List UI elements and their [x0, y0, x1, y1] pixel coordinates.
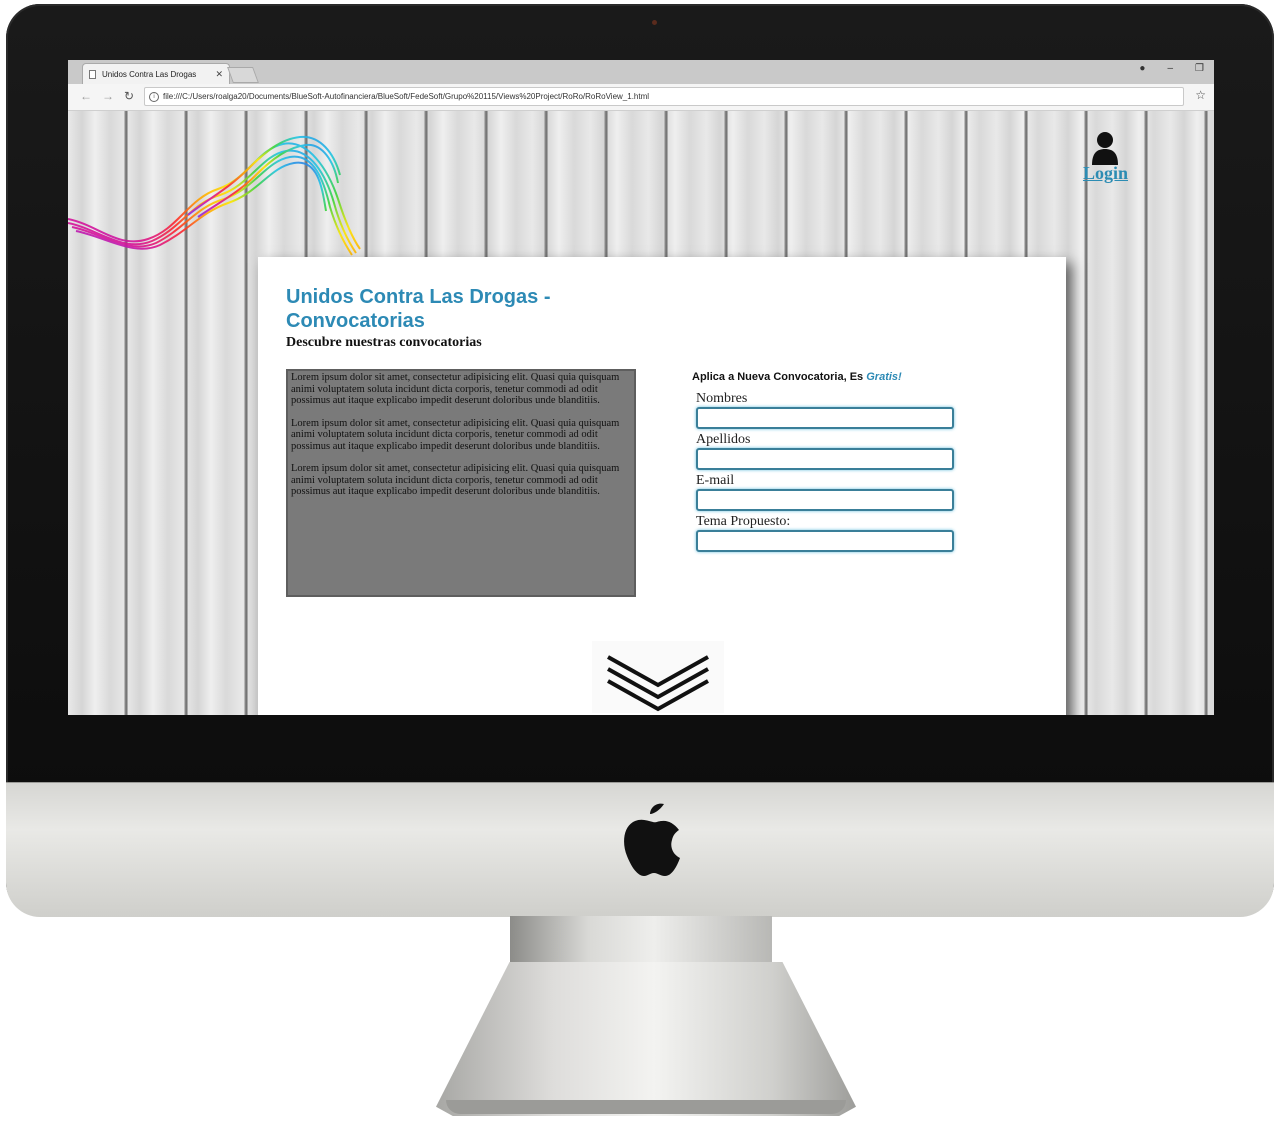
email-input[interactable]: [696, 489, 954, 511]
nombres-input[interactable]: [696, 407, 954, 429]
account-icon[interactable]: ●: [1139, 63, 1145, 74]
form-heading-text: Aplica a Nueva Convocatoria, Es: [692, 371, 867, 383]
form-heading-emphasis: Gratis!: [866, 371, 902, 383]
login-link[interactable]: Login: [1083, 163, 1128, 184]
info-icon[interactable]: i: [149, 91, 159, 102]
reload-icon[interactable]: ↻: [124, 89, 134, 103]
stand-neck: [510, 916, 772, 964]
description-paragraph: Lorem ipsum dolor sit amet, consectetur …: [291, 372, 620, 406]
tab-close-button[interactable]: ✕: [215, 69, 223, 80]
browser-tabbar: Unidos Contra Las Drogas ✕ ● – ❐: [68, 60, 1214, 84]
address-bar[interactable]: i file:///C:/Users/roalga20/Documents/Bl…: [144, 87, 1184, 106]
forward-arrow-icon[interactable]: →: [102, 89, 114, 103]
login-area: Login: [1083, 131, 1128, 184]
stand-base: [436, 962, 856, 1116]
tema-propuesto-input[interactable]: [696, 530, 954, 552]
page-viewport: Login Unidos Contra Las Drogas - Convoca…: [68, 111, 1214, 715]
back-arrow-icon[interactable]: ←: [80, 89, 92, 103]
stand-base-edge: [446, 1100, 846, 1114]
apellidos-input[interactable]: [696, 448, 954, 470]
doc-icon: [89, 69, 96, 79]
description-paragraph: Lorem ipsum dolor sit amet, consectetur …: [291, 463, 620, 497]
page-title: Unidos Contra Las Drogas - Convocatorias: [286, 286, 551, 332]
form-heading: Aplica a Nueva Convocatoria, Es Gratis!: [692, 371, 902, 383]
address-text: file:///C:/Users/roalga20/Documents/Blue…: [163, 92, 650, 101]
tema-propuesto-label: Tema Propuesto:: [696, 514, 791, 529]
star-icon[interactable]: ☆: [1195, 88, 1206, 102]
rainbow-swirl-decoration: [68, 135, 361, 256]
page-subtitle: Descubre nuestras convocatorias: [286, 335, 482, 350]
email-label: E-mail: [696, 473, 735, 488]
description-paragraph: Lorem ipsum dolor sit amet, consectetur …: [291, 417, 620, 452]
tab-title: Unidos Contra Las Drogas: [102, 69, 197, 79]
restore-button[interactable]: ❐: [1195, 63, 1204, 74]
minimize-button[interactable]: –: [1167, 63, 1173, 74]
apellidos-label: Apellidos: [696, 432, 751, 447]
user-icon[interactable]: [1091, 131, 1119, 165]
browser-toolbar: ← → ↻ i file:///C:/Users/roalga20/Docume…: [68, 84, 1214, 111]
application-form: Nombres Apellidos E-mail Tema Propuesto:: [696, 391, 958, 555]
window-controls: ● – ❐: [1139, 63, 1204, 74]
nombres-label: Nombres: [696, 391, 748, 406]
content-panel: Unidos Contra Las Drogas - Convocatorias…: [258, 257, 1066, 715]
new-tab-button[interactable]: [227, 67, 259, 83]
browser-tab[interactable]: Unidos Contra Las Drogas ✕: [82, 63, 230, 84]
apple-logo-icon: [624, 803, 680, 876]
screen: Unidos Contra Las Drogas ✕ ● – ❐ ← → ↻ i…: [68, 60, 1214, 715]
camera-dot: [652, 20, 657, 25]
chevron-down-icon[interactable]: [592, 641, 724, 713]
description-box: Lorem ipsum dolor sit amet, consectetur …: [286, 369, 636, 597]
